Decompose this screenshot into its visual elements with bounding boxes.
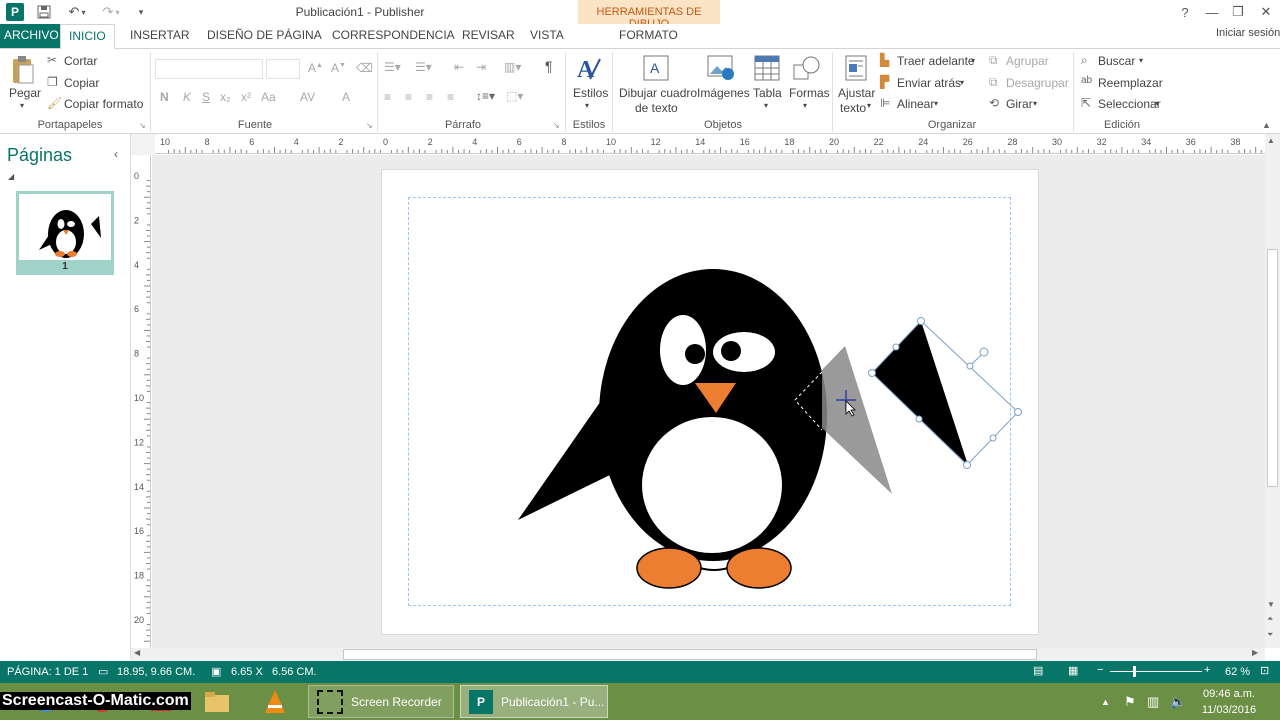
file-explorer-icon[interactable]	[200, 685, 234, 718]
horizontal-scrollbar[interactable]: ◀ ▶	[131, 648, 1265, 661]
scroll-left-icon[interactable]: ◀	[134, 648, 140, 657]
taskbar	[0, 683, 1280, 720]
object-position: 18.95, 9.66 CM.	[117, 666, 196, 678]
scroll-right-icon[interactable]: ▶	[1252, 648, 1258, 657]
penguin-belly[interactable]	[642, 417, 782, 553]
resize-handle[interactable]	[917, 317, 925, 325]
single-page-view-icon[interactable]: ▤	[1033, 664, 1043, 677]
status-bar: PÁGINA: 1 DE 1 ▭ 18.95, 9.66 CM. ▣ 6.65 …	[0, 661, 1280, 683]
resize-handle[interactable]	[892, 343, 900, 351]
zoom-out-icon[interactable]: −	[1097, 664, 1103, 676]
screen-recorder-label: Screen Recorder	[351, 694, 442, 709]
two-page-view-icon[interactable]: ▦	[1068, 664, 1078, 677]
zoom-slider-thumb[interactable]	[1133, 666, 1136, 677]
publisher-task-icon: P	[469, 689, 493, 714]
penguin-right-wing[interactable]	[872, 321, 968, 465]
page-indicator[interactable]: PÁGINA: 1 DE 1	[7, 666, 88, 678]
zoom-slider[interactable]	[1110, 671, 1202, 672]
resize-handle[interactable]	[868, 369, 876, 377]
vertical-scrollbar[interactable]: ▲ ▼ ⏶ ⏷	[1265, 134, 1280, 648]
network-icon[interactable]: ▥	[1147, 685, 1163, 718]
penguin-drawing[interactable]	[518, 269, 892, 589]
screencast-watermark: Screencast-O-Matic.com	[0, 692, 191, 710]
horizontal-scroll-thumb[interactable]	[343, 649, 1037, 660]
vlc-icon[interactable]	[258, 685, 292, 718]
tab-inicio[interactable]: INICIO	[60, 24, 115, 49]
object-size: 6.65 X 6.56 CM.	[231, 666, 317, 678]
penguin-left-foot[interactable]	[636, 547, 702, 589]
clock-date[interactable]: 11/03/2016	[1196, 704, 1262, 716]
volume-icon[interactable]: 🔈	[1170, 685, 1186, 718]
clock-time[interactable]: 09:46 a.m.	[1196, 688, 1262, 700]
screen-recorder-icon	[317, 689, 343, 714]
drawing-canvas	[518, 269, 1022, 589]
show-hidden-icons[interactable]: ▲	[1101, 685, 1115, 718]
zoom-level[interactable]: 62 %	[1225, 666, 1250, 678]
zoom-in-icon[interactable]: +	[1204, 664, 1210, 676]
resize-handle[interactable]	[963, 461, 971, 469]
rotate-handle[interactable]	[979, 347, 989, 357]
scroll-up-icon[interactable]: ▲	[1267, 136, 1275, 145]
screen-recorder-task[interactable]: Screen Recorder	[308, 685, 454, 718]
resize-handle[interactable]	[966, 362, 974, 370]
previous-page-icon[interactable]: ⏶	[1267, 614, 1273, 624]
penguin-left-pupil	[685, 344, 705, 364]
position-icon: ▭	[98, 666, 109, 678]
scroll-down-icon[interactable]: ▼	[1267, 600, 1275, 609]
vertical-scroll-thumb[interactable]	[1267, 249, 1278, 487]
size-icon: ▣	[211, 666, 222, 678]
penguin-right-pupil	[721, 341, 741, 361]
resize-handle[interactable]	[989, 434, 997, 442]
penguin-feet-connector	[699, 567, 729, 571]
publisher-task-label: Publicación1 - Pu...	[501, 694, 605, 709]
flag-icon[interactable]: ⚑	[1124, 685, 1140, 718]
resize-handle[interactable]	[915, 415, 923, 423]
resize-handle[interactable]	[1014, 408, 1022, 416]
penguin-right-foot[interactable]	[726, 547, 792, 589]
publisher-task[interactable]: P Publicación1 - Pu...	[460, 685, 608, 718]
next-page-icon[interactable]: ⏷	[1267, 630, 1273, 640]
fit-page-icon[interactable]: ⊡	[1260, 664, 1269, 677]
selected-right-wing[interactable]	[868, 317, 1022, 469]
